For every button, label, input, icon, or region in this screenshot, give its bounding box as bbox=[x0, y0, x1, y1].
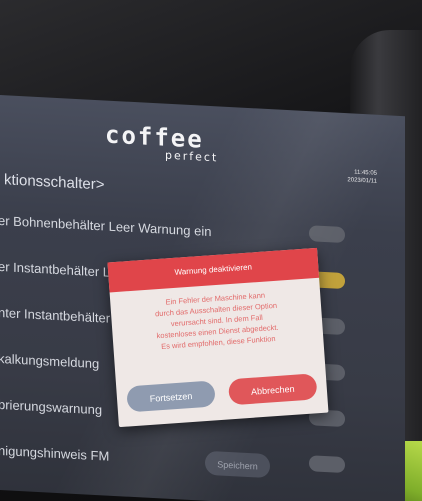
setting-label: brierungswarnung bbox=[0, 396, 103, 418]
logo-sub-text: perfect bbox=[165, 148, 219, 165]
setting-label: er Bohnenbehälter Leer Warnung ein bbox=[0, 212, 212, 240]
dialog-message: Ein Fehler der Maschine kann durch das A… bbox=[110, 278, 324, 355]
clock-date: 2023/01/11 bbox=[347, 177, 377, 185]
brand-logo: coffee perfect bbox=[105, 120, 219, 165]
clock: 11:45:05 2023/01/11 bbox=[347, 168, 377, 186]
setting-toggle[interactable] bbox=[309, 455, 345, 474]
dialog-actions: Fortsetzen Abbrechen bbox=[116, 373, 327, 414]
save-button[interactable]: Speichern bbox=[205, 450, 270, 479]
setting-toggle[interactable] bbox=[309, 225, 345, 244]
photo-scene: coffee perfect 11:45:05 2023/01/11 ktion… bbox=[0, 0, 422, 501]
setting-label: nter Instantbehälter bbox=[0, 304, 111, 326]
cancel-button[interactable]: Abbrechen bbox=[227, 373, 318, 406]
warning-dialog: Warnung deaktivieren Ein Fehler der Masc… bbox=[107, 247, 329, 428]
setting-label: nigungshinweis FM bbox=[0, 442, 110, 464]
setting-label: kalkungsmeldung bbox=[0, 350, 100, 372]
logo-main-text: coffee bbox=[105, 120, 204, 154]
continue-button[interactable]: Fortsetzen bbox=[126, 380, 216, 413]
breadcrumb[interactable]: ktionsschalter> bbox=[4, 171, 104, 193]
